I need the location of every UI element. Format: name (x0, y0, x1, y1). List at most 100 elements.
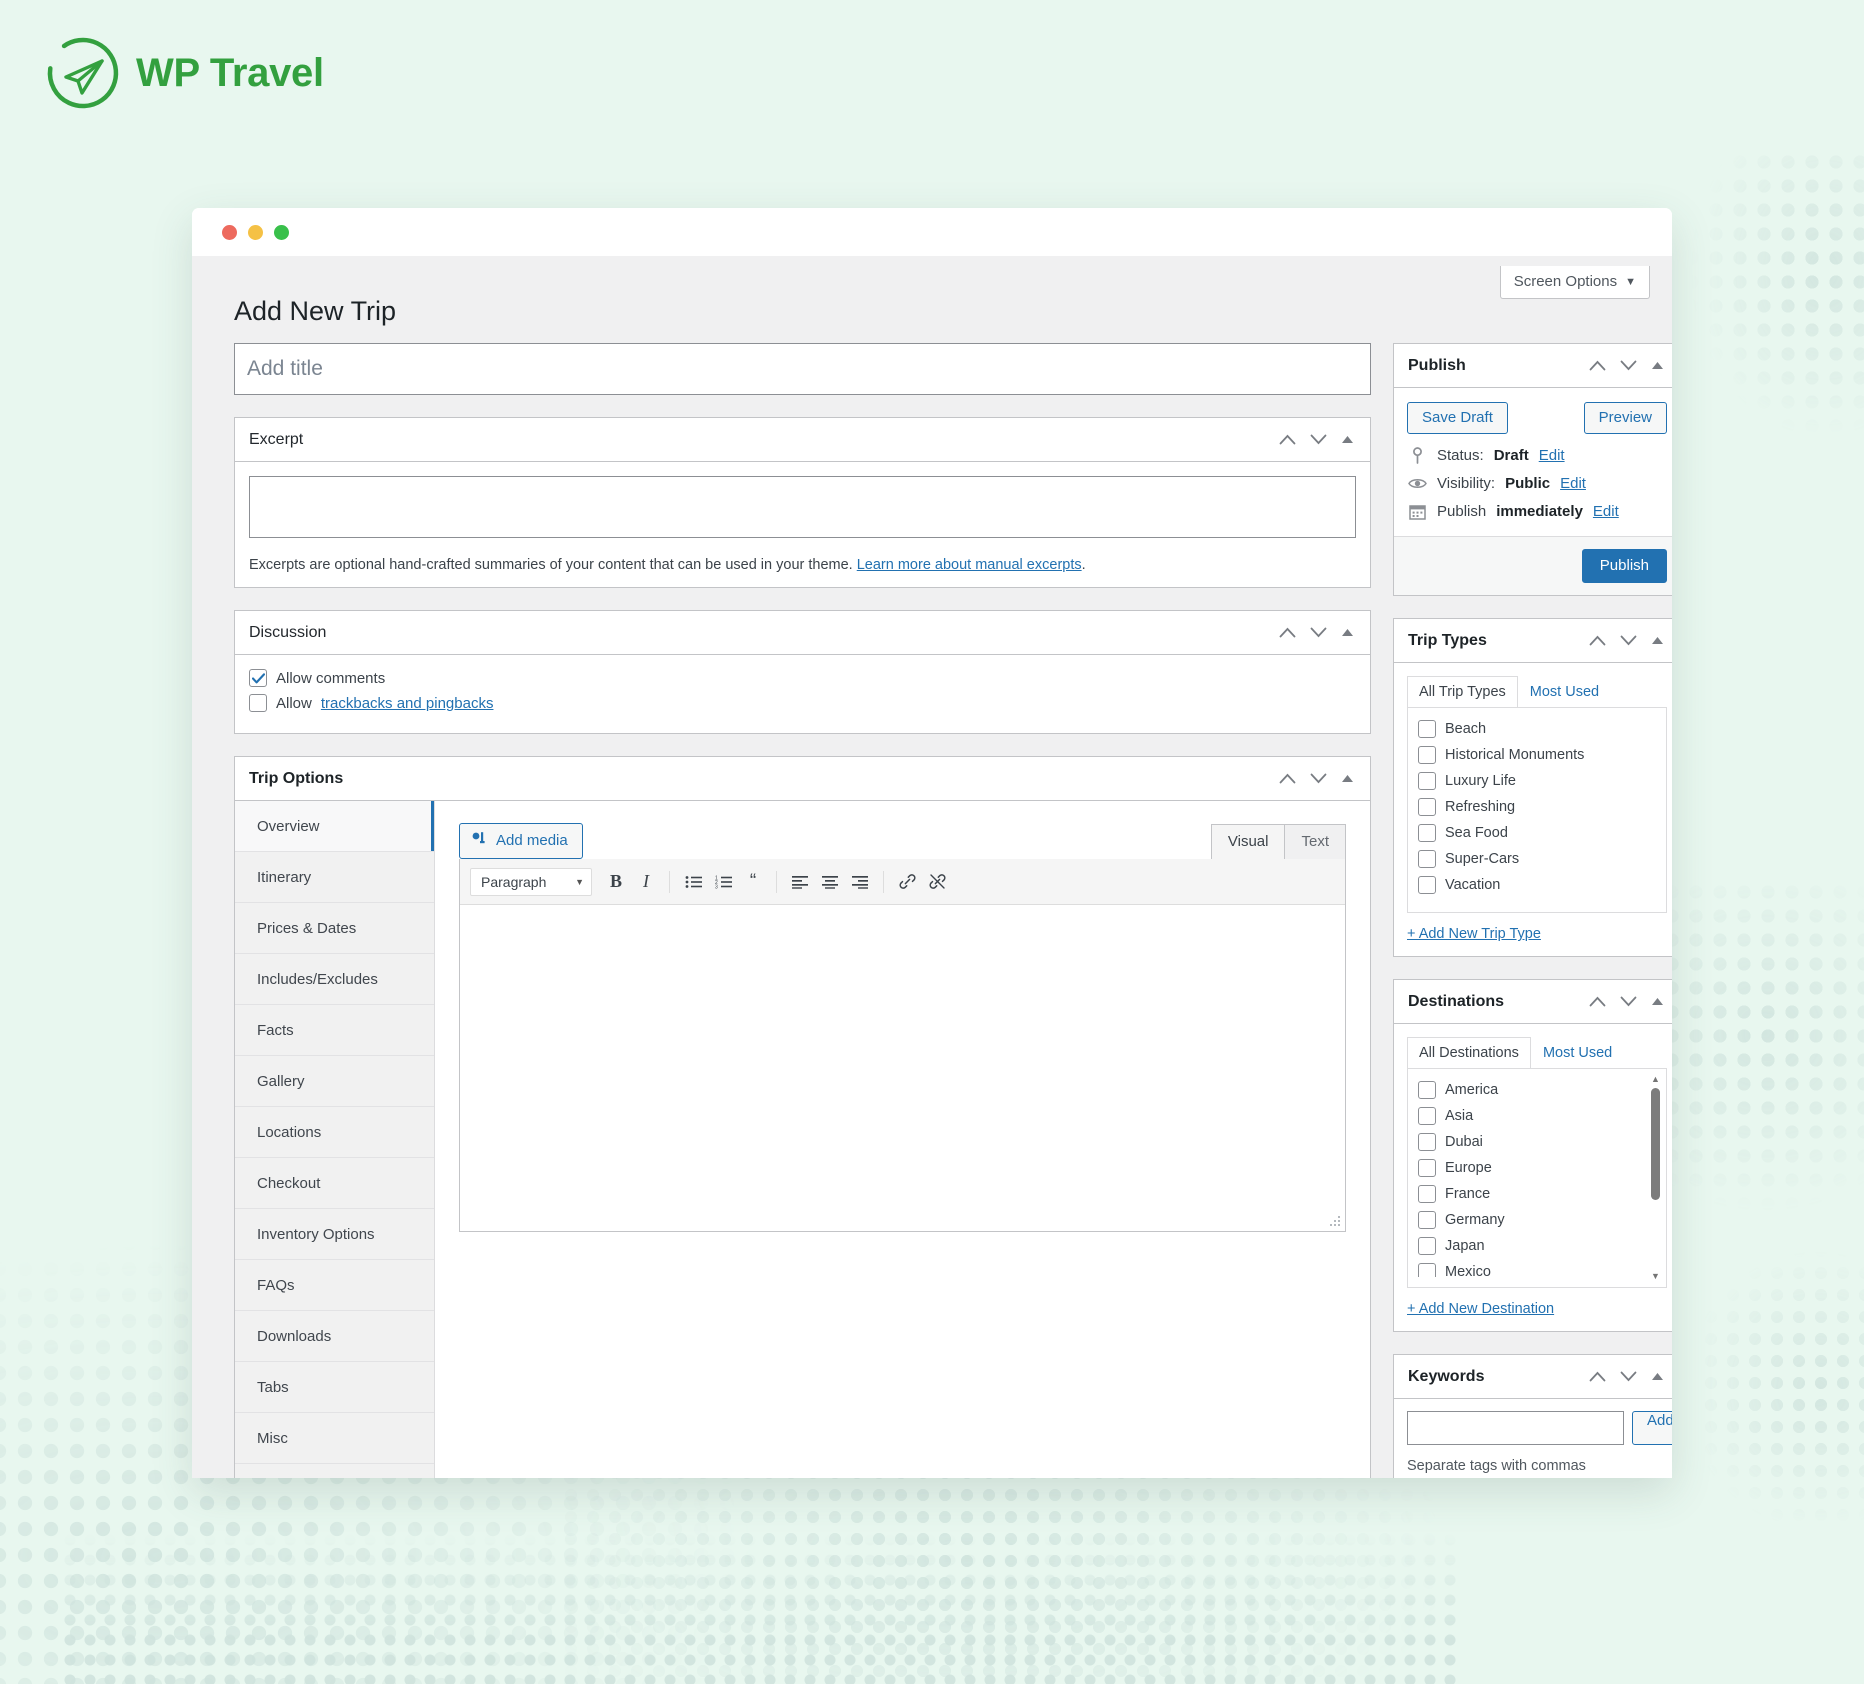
toggle-panel-icon[interactable] (1651, 361, 1664, 370)
scrollbar-track[interactable] (1651, 1088, 1660, 1268)
tab-all-trip-types[interactable]: All Trip Types (1407, 676, 1518, 709)
destinations-scrollbar[interactable]: ▲ ▼ (1649, 1075, 1662, 1281)
toggle-panel-icon[interactable] (1341, 435, 1354, 444)
numbered-list-icon[interactable]: 1 2 3 (709, 868, 737, 896)
trip-type-item[interactable]: Sea Food (1418, 824, 1656, 843)
trip-types-metabox-header[interactable]: Trip Types (1394, 619, 1672, 664)
paragraph-format-select[interactable]: Paragraph ▼ (470, 867, 592, 896)
excerpt-metabox-header[interactable]: Excerpt (235, 418, 1370, 463)
trip-type-checkbox[interactable] (1418, 876, 1436, 895)
trip-options-metabox-header[interactable]: Trip Options (235, 757, 1370, 802)
destination-item[interactable]: France (1418, 1185, 1636, 1204)
window-maximize-dot[interactable] (274, 224, 289, 240)
trip-type-item[interactable]: Historical Monuments (1418, 746, 1656, 765)
trip-options-tab-itinerary[interactable]: Itinerary (235, 852, 434, 904)
move-up-icon[interactable] (1279, 434, 1296, 445)
trip-options-tab-checkout[interactable]: Checkout (235, 1158, 434, 1210)
excerpt-textarea[interactable] (249, 476, 1356, 539)
add-new-destination-link[interactable]: + Add New Destination (1407, 1301, 1667, 1317)
destinations-metabox-header[interactable]: Destinations (1394, 980, 1672, 1025)
trip-type-item[interactable]: Vacation (1418, 876, 1656, 895)
trip-options-tab-faqs[interactable]: FAQs (235, 1260, 434, 1312)
destination-checkbox[interactable] (1418, 1159, 1436, 1178)
italic-icon[interactable]: I (632, 868, 660, 896)
trackbacks-pingbacks-link[interactable]: trackbacks and pingbacks (321, 695, 494, 712)
trip-options-tab-guides[interactable]: Guides (235, 1464, 434, 1478)
trip-options-tab-includes-excludes[interactable]: Includes/Excludes (235, 954, 434, 1006)
tab-most-used-destinations[interactable]: Most Used (1531, 1037, 1624, 1069)
destination-checkbox[interactable] (1418, 1237, 1436, 1256)
trip-options-tab-gallery[interactable]: Gallery (235, 1056, 434, 1108)
allow-comments-row[interactable]: Allow comments (249, 669, 1356, 688)
trip-type-item[interactable]: Super-Cars (1418, 850, 1656, 869)
toggle-panel-icon[interactable] (1341, 774, 1354, 783)
trip-type-checkbox[interactable] (1418, 772, 1436, 791)
move-up-icon[interactable] (1589, 360, 1606, 371)
trip-options-tab-locations[interactable]: Locations (235, 1107, 434, 1159)
destination-item[interactable]: Asia (1418, 1107, 1636, 1126)
destination-checkbox[interactable] (1418, 1263, 1436, 1278)
trip-type-item[interactable]: Refreshing (1418, 798, 1656, 817)
move-down-icon[interactable] (1620, 996, 1637, 1007)
manual-excerpts-link[interactable]: Learn more about manual excerpts (857, 557, 1082, 573)
tab-text[interactable]: Text (1284, 824, 1346, 860)
destination-item[interactable]: Germany (1418, 1211, 1636, 1230)
align-left-icon[interactable] (786, 868, 814, 896)
destination-item[interactable]: America (1418, 1081, 1636, 1100)
scroll-up-icon[interactable]: ▲ (1651, 1075, 1660, 1084)
move-down-icon[interactable] (1310, 434, 1327, 445)
trip-options-tab-prices-dates[interactable]: Prices & Dates (235, 903, 434, 955)
bold-icon[interactable]: B (602, 868, 630, 896)
trip-type-checkbox[interactable] (1418, 720, 1436, 739)
toggle-panel-icon[interactable] (1651, 997, 1664, 1006)
move-up-icon[interactable] (1589, 996, 1606, 1007)
editor-content-area[interactable] (460, 905, 1345, 1232)
publish-button[interactable]: Publish (1581, 549, 1667, 584)
move-up-icon[interactable] (1279, 773, 1296, 784)
move-down-icon[interactable] (1620, 635, 1637, 646)
edit-status-link[interactable]: Edit (1539, 447, 1565, 464)
screen-options-button[interactable]: Screen Options ▼ (1499, 266, 1650, 299)
remove-link-icon[interactable] (923, 868, 951, 896)
trip-options-tab-inventory-options[interactable]: Inventory Options (235, 1209, 434, 1261)
edit-schedule-link[interactable]: Edit (1593, 503, 1619, 520)
move-down-icon[interactable] (1620, 1371, 1637, 1382)
preview-button[interactable]: Preview (1583, 402, 1667, 435)
trip-options-tab-facts[interactable]: Facts (235, 1005, 434, 1057)
allow-trackbacks-row[interactable]: Allow trackbacks and pingbacks (249, 694, 1356, 713)
trip-options-tab-misc[interactable]: Misc (235, 1413, 434, 1465)
bulleted-list-icon[interactable] (679, 868, 707, 896)
destination-checkbox[interactable] (1418, 1185, 1436, 1204)
trip-type-checkbox[interactable] (1418, 746, 1436, 765)
destination-item[interactable]: Dubai (1418, 1133, 1636, 1152)
add-new-trip-type-link[interactable]: + Add New Trip Type (1407, 926, 1667, 942)
destination-item[interactable]: Japan (1418, 1237, 1636, 1256)
destination-item[interactable]: Mexico (1418, 1263, 1636, 1278)
insert-link-icon[interactable] (893, 868, 921, 896)
save-draft-button[interactable]: Save Draft (1407, 402, 1508, 435)
trip-options-tab-overview[interactable]: Overview (235, 801, 434, 853)
move-down-icon[interactable] (1310, 773, 1327, 784)
align-right-icon[interactable] (846, 868, 874, 896)
move-up-icon[interactable] (1589, 1371, 1606, 1382)
editor-resize-handle[interactable] (1328, 1214, 1342, 1228)
toggle-panel-icon[interactable] (1651, 636, 1664, 645)
trip-type-checkbox[interactable] (1418, 798, 1436, 817)
add-media-button[interactable]: Add media (459, 823, 583, 860)
allow-comments-checkbox[interactable] (249, 669, 267, 688)
trip-type-item[interactable]: Beach (1418, 720, 1656, 739)
tab-most-used-trip-types[interactable]: Most Used (1518, 676, 1611, 708)
move-up-icon[interactable] (1589, 635, 1606, 646)
keywords-metabox-header[interactable]: Keywords (1394, 1355, 1672, 1400)
trip-type-item[interactable]: Luxury Life (1418, 772, 1656, 791)
trip-options-tab-tabs[interactable]: Tabs (235, 1362, 434, 1414)
keywords-input[interactable] (1407, 1411, 1624, 1446)
allow-trackbacks-checkbox[interactable] (249, 694, 267, 713)
destination-checkbox[interactable] (1418, 1081, 1436, 1100)
move-down-icon[interactable] (1620, 360, 1637, 371)
tab-visual[interactable]: Visual (1210, 824, 1286, 860)
discussion-metabox-header[interactable]: Discussion (235, 611, 1370, 656)
tab-all-destinations[interactable]: All Destinations (1407, 1037, 1531, 1070)
add-keyword-button[interactable]: Add (1632, 1411, 1672, 1446)
trip-title-input[interactable] (234, 343, 1371, 396)
